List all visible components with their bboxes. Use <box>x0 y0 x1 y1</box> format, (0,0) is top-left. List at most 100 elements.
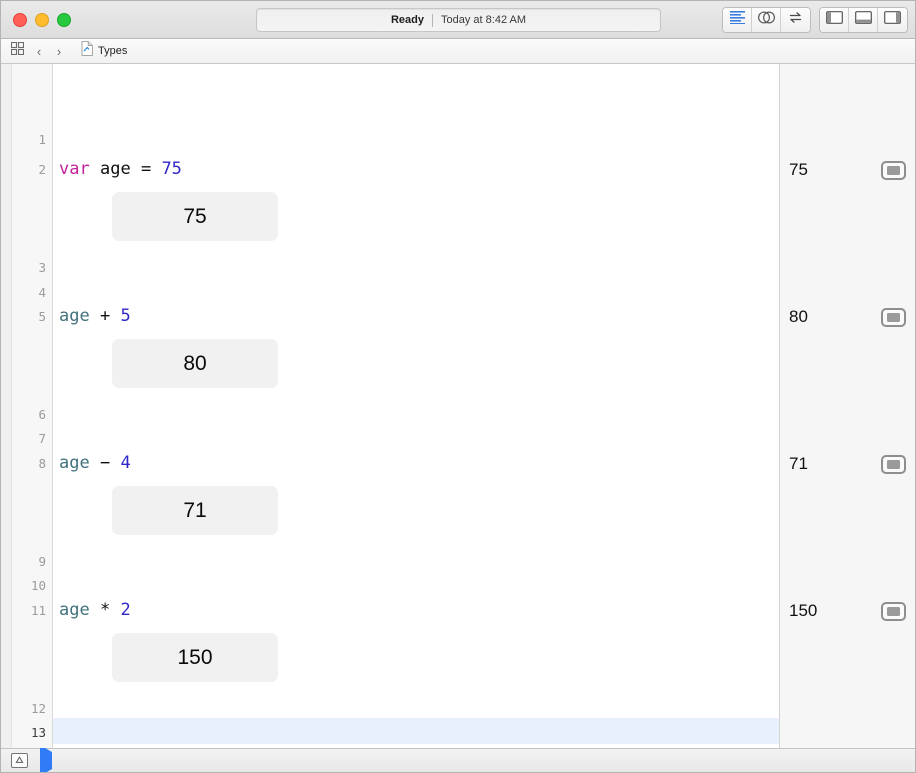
code-line-content: age + 5 <box>53 306 131 326</box>
line-number[interactable]: 3 <box>16 261 46 275</box>
inline-result-bubble[interactable]: 71 <box>112 486 278 535</box>
line-number[interactable]: 11 <box>16 604 46 618</box>
code-token: − <box>99 453 111 473</box>
navigate-back-button[interactable]: ‹ <box>31 41 47 61</box>
console-toggle-button[interactable] <box>11 753 28 768</box>
quick-look-button[interactable] <box>881 601 906 621</box>
minimize-window-button[interactable] <box>35 12 49 27</box>
line-number[interactable]: 10 <box>16 579 46 593</box>
results-sidebar-row: 75 <box>780 157 915 183</box>
inline-result-bubble[interactable]: 150 <box>112 633 278 682</box>
maximize-window-button[interactable] <box>57 12 71 27</box>
code-line[interactable]: var age = 75 <box>53 161 182 178</box>
run-playground-button[interactable] <box>40 744 52 772</box>
inline-result-value: 75 <box>183 204 207 228</box>
navigate-forward-button[interactable]: › <box>51 41 67 61</box>
line-number[interactable]: 7 <box>16 432 46 446</box>
related-items-button[interactable] <box>7 41 27 61</box>
code-token: 75 <box>161 159 182 179</box>
line-number-gutter[interactable]: 1 2 3 4 5 6 7 8 9 10 11 12 13 <box>12 64 53 748</box>
view-toggle-button-group <box>819 7 908 33</box>
line-number[interactable]: 1 <box>16 133 46 147</box>
results-sidebar[interactable]: 75 80 71 150 <box>779 64 915 748</box>
breadcrumb-label: Types <box>98 45 128 57</box>
jump-bar: ‹ › Types <box>1 39 915 64</box>
toggle-navigator-button[interactable] <box>820 8 849 32</box>
quick-look-icon <box>887 459 900 469</box>
line-number[interactable]: 8 <box>16 457 46 471</box>
code-token: var <box>59 159 90 179</box>
standard-editor-button[interactable] <box>723 8 752 32</box>
toggle-utilities-icon <box>884 11 901 29</box>
editor-mode-button-group <box>722 7 811 33</box>
line-number[interactable]: 5 <box>16 310 46 324</box>
inline-result-value: 80 <box>183 351 207 375</box>
related-items-icon <box>10 41 24 60</box>
code-line-content: age * 2 <box>53 600 131 620</box>
editor-area: 1 2 3 4 5 6 7 8 9 10 11 12 13 var age = 75 age + 5 age… <box>1 64 915 748</box>
source-code-area[interactable]: var age = 75 age + 5 age − 4 age * 2 75 80 71 1… <box>53 64 779 748</box>
title-bar: Ready Today at 8:42 AM <box>1 1 915 39</box>
code-line-content: var age = 75 <box>53 159 182 179</box>
activity-status-field: Ready Today at 8:42 AM <box>256 8 661 32</box>
status-state-label: Ready <box>390 14 425 26</box>
results-sidebar-value: 75 <box>789 160 808 179</box>
chevron-right-icon: › <box>56 43 62 59</box>
line-number[interactable]: 13 <box>16 726 46 740</box>
toggle-debug-area-button[interactable] <box>849 8 878 32</box>
results-sidebar-row: 80 <box>780 304 915 330</box>
code-token: * <box>99 600 111 620</box>
breadcrumb[interactable]: Types <box>81 41 127 61</box>
inline-result-value: 150 <box>177 645 213 669</box>
code-line[interactable]: age − 4 <box>53 455 131 472</box>
line-number[interactable]: 9 <box>16 555 46 569</box>
chevron-left-icon: ‹ <box>36 43 42 59</box>
playground-window: Ready Today at 8:42 AM ‹ › Types 1 2 3 4… <box>0 0 916 773</box>
code-line[interactable]: age * 2 <box>53 602 131 619</box>
navigator-icon <box>729 11 745 29</box>
code-token: age <box>59 600 90 620</box>
quick-look-icon <box>887 606 900 616</box>
code-token: age <box>99 159 131 179</box>
toggle-debug-area-icon <box>854 11 872 29</box>
toggle-navigator-icon <box>825 11 843 29</box>
quick-look-icon <box>887 312 900 322</box>
active-line-highlight <box>53 718 779 744</box>
code-line[interactable]: age + 5 <box>53 308 131 325</box>
playground-file-icon <box>81 41 93 61</box>
quick-look-button[interactable] <box>881 307 906 327</box>
run-playground-icon <box>40 744 52 772</box>
code-token: age <box>59 306 90 326</box>
quick-look-button[interactable] <box>881 454 906 474</box>
assistant-editor-button[interactable] <box>752 8 781 32</box>
code-token: 2 <box>120 600 131 620</box>
traffic-light-group <box>1 12 71 27</box>
line-number[interactable]: 6 <box>16 408 46 422</box>
results-sidebar-row: 150 <box>780 598 915 624</box>
line-number[interactable]: 12 <box>16 702 46 716</box>
status-divider <box>432 13 434 27</box>
editor-left-margin <box>1 64 12 748</box>
version-editor-icon <box>787 11 804 29</box>
close-window-button[interactable] <box>13 12 27 27</box>
version-editor-button[interactable] <box>781 8 810 32</box>
inline-result-bubble[interactable]: 75 <box>112 192 278 241</box>
console-toggle-icon <box>14 752 25 770</box>
quick-look-button[interactable] <box>881 160 906 180</box>
results-sidebar-value: 150 <box>789 601 818 620</box>
venn-icon <box>757 11 775 29</box>
line-number[interactable]: 2 <box>16 163 46 177</box>
line-number[interactable]: 4 <box>16 286 46 300</box>
results-sidebar-row: 71 <box>780 451 915 477</box>
toggle-utilities-button[interactable] <box>878 8 907 32</box>
inline-result-bubble[interactable]: 80 <box>112 339 278 388</box>
